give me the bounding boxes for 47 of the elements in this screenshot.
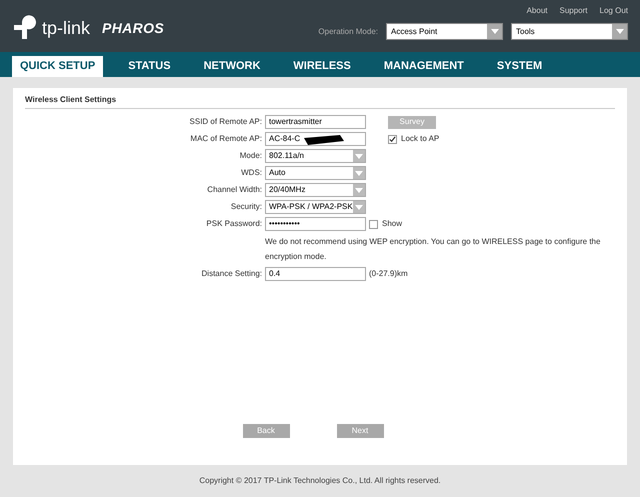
header-link[interactable]: Support — [560, 5, 588, 17]
caret-icon — [490, 29, 498, 34]
operation-mode-label: Operation Mode: — [318, 26, 378, 38]
nav-tab[interactable]: NETWORK — [196, 56, 268, 77]
caret-icon — [616, 29, 624, 34]
tools-select[interactable]: Tools — [511, 23, 628, 40]
encryption-note: We do not recommend using WEP encryption. You can go to WIRELESS page to configure the encryption mode. — [265, 236, 602, 263]
field-label: Mode: — [238, 150, 263, 162]
checkbox-label: Show — [382, 218, 402, 230]
select-field[interactable]: 20/40MHz — [265, 183, 366, 197]
field-label: WDS: — [240, 167, 263, 179]
field-label: SSID of Remote AP: — [188, 116, 263, 128]
nav-tab[interactable]: STATUS — [120, 56, 179, 77]
checkbox[interactable] — [388, 134, 397, 144]
caret-icon — [355, 170, 363, 176]
field-label: Security: — [230, 201, 263, 213]
input-field[interactable]: ••••••••••• — [265, 217, 366, 231]
caret-icon — [355, 154, 363, 158]
select-field[interactable]: 802.11a/n — [265, 149, 366, 163]
brand-name: tp-link — [42, 16, 90, 40]
checkbox[interactable] — [369, 220, 378, 228]
header-link[interactable]: About — [526, 5, 548, 17]
nav-tab[interactable]: QUICK SETUP — [12, 56, 104, 77]
select-field[interactable]: Auto — [265, 166, 366, 180]
operation-mode-select[interactable]: Access Point — [386, 23, 503, 40]
caret-icon — [355, 188, 363, 192]
product-name: PHAROS — [102, 18, 164, 38]
caret-icon — [355, 204, 363, 210]
input-field[interactable]: AC-84-C — [265, 132, 366, 146]
nav-tab[interactable]: SYSTEM — [488, 56, 550, 77]
field-label: Distance Setting: — [200, 268, 263, 280]
logo-icon — [12, 15, 38, 41]
field-label: PSK Password: — [205, 218, 263, 230]
nav-tab[interactable]: MANAGEMENT — [376, 56, 472, 77]
range-hint: (0-27.9)km — [369, 268, 408, 280]
input-field[interactable]: towertrasmitter — [265, 115, 366, 129]
header-link[interactable]: Log Out — [600, 5, 628, 17]
section-title: Wireless Client Settings — [25, 94, 615, 109]
select-field[interactable]: WPA-PSK / WPA2-PSK — [265, 200, 366, 214]
checkbox-label: Lock to AP — [401, 133, 440, 145]
nav-tab[interactable]: WIRELESS — [285, 56, 359, 77]
check-icon — [389, 136, 396, 142]
field-label: MAC of Remote AP: — [189, 133, 263, 145]
input-field[interactable]: 0.4 — [265, 267, 366, 281]
redaction-mark — [304, 135, 344, 145]
field-label: Channel Width: — [206, 184, 263, 196]
copyright-text: Copyright © 2017 TP-Link Technologies Co., Ltd. All rights reserved. — [199, 475, 441, 487]
